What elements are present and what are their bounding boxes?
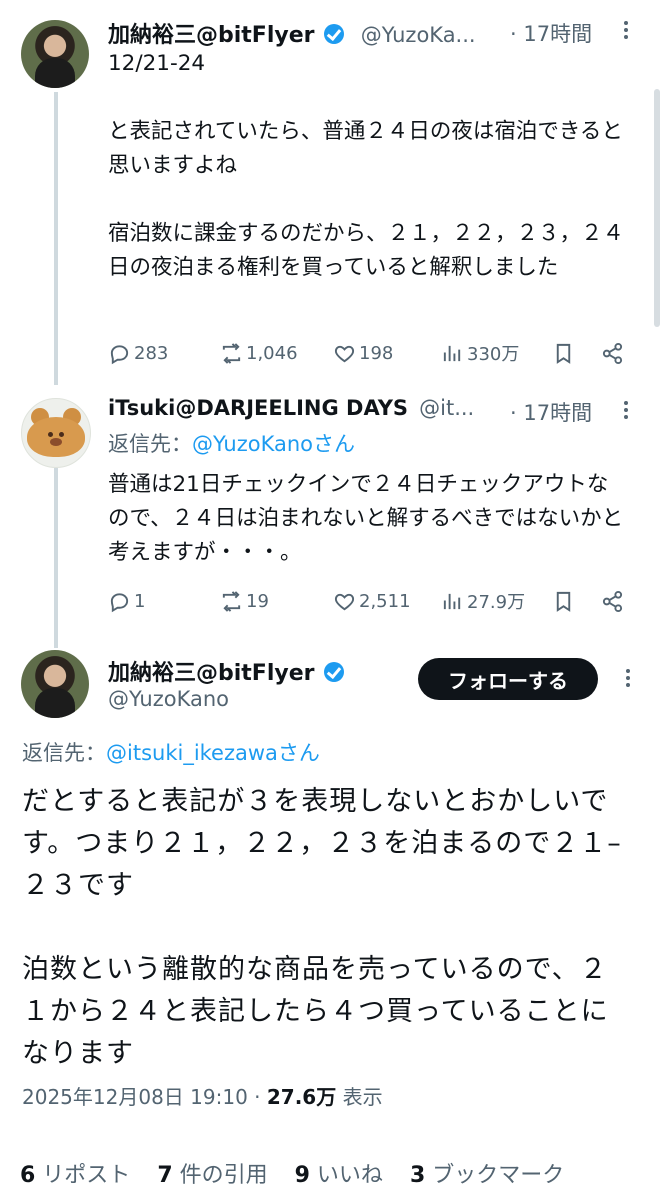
thread-line [54,92,58,385]
verified-badge-icon [323,662,344,682]
like-count: 2,511 [359,590,411,612]
tweet-header: iTsuki@DARJEELING DAYS @it... · 17時間 [108,396,608,426]
repost-count: 1,046 [246,342,298,364]
repost-stat-label: リポスト [35,1163,131,1188]
reply-icon [110,592,129,612]
share-icon [602,590,623,612]
share-button[interactable] [601,336,624,370]
like-icon [334,345,355,362]
views-label: 表示 [336,1085,383,1109]
bookmark-icon [556,343,571,364]
repost-button[interactable]: 1,046 [220,336,298,370]
share-button[interactable] [601,584,624,618]
repost-icon [222,590,241,612]
reply-button[interactable]: 283 [108,336,168,370]
repost-count: 19 [246,590,269,612]
quote-stat-count: 7 [157,1163,173,1188]
handle[interactable]: @it... [419,396,474,420]
reply-count: 283 [134,342,169,364]
views-count: 27.6万 [266,1085,337,1109]
display-name[interactable]: iTsuki@DARJEELING DAYS [108,396,408,420]
more-icon[interactable] [617,18,635,42]
views-count: 27.9万 [467,592,526,613]
author-name-row: 加納裕三@bitFlyer [108,655,408,686]
repost-stat-count: 6 [20,1163,36,1188]
bookmark-stat-count: 3 [409,1163,426,1188]
timestamp[interactable]: · 17時間 [510,18,592,48]
tweet-text: 普通は21日チェックインで２４日チェックアウトなので、２４日は泊まれないと解する… [108,472,624,565]
like-button[interactable]: 2,511 [333,584,411,618]
bookmark-stat[interactable]: 3 ブックマーク [410,1163,564,1188]
bookmark-icon [556,591,571,612]
more-icon[interactable] [619,666,637,690]
repost-stat[interactable]: 6 リポスト [20,1163,130,1188]
reply-prefix: 返信先： [108,432,192,456]
like-stat-label: いいね [309,1163,383,1188]
views-count: 330万 [467,344,520,365]
like-count: 198 [359,342,394,364]
tweet-text: 12/21-24 と表記されていたら、普通２４日の夜は宿泊できると思いますよね … [108,51,625,280]
scroll-indicator[interactable] [654,89,660,327]
engagement-stats: 6 リポスト 7 件の引用 9 いいね 3 ブックマーク [20,1157,564,1189]
thread-line [54,468,58,648]
reply-mention-link[interactable]: @YuzoKanoさん [192,432,355,456]
reply-mention-link[interactable]: @itsuki_ikezawaさん [106,741,320,765]
display-name[interactable]: 加納裕三@bitFlyer [108,661,315,686]
views-icon [443,593,461,609]
avatar[interactable] [21,650,89,718]
views-button[interactable]: 27.9万 [441,584,525,618]
like-stat[interactable]: 9 いいね [295,1163,383,1188]
reply-prefix: 返信先： [22,741,106,765]
tweet-actions: 283 1,046 198 330万 [108,336,628,370]
bookmark-stat-label: ブックマーク [425,1163,565,1188]
reply-icon [110,344,129,364]
reply-button[interactable]: 1 [108,584,145,618]
views-icon [443,345,461,361]
verified-badge-icon [323,24,344,44]
timestamp[interactable]: · 17時間 [510,397,592,427]
bookmark-button[interactable] [552,584,575,618]
quote-stat[interactable]: 7 件の引用 [157,1163,267,1188]
tweet-text: だとすると表記が３を表現しないとおかしいです。つまり２１，２２，２３を泊まるので… [22,786,622,1069]
tweet-actions: 1 19 2,511 27.9万 [108,584,628,618]
more-icon[interactable] [617,398,635,422]
bookmark-button[interactable] [552,336,575,370]
share-icon [602,342,623,364]
like-button[interactable]: 198 [333,336,393,370]
reply-count: 1 [134,590,146,612]
handle[interactable]: @YuzoKano [108,687,229,711]
avatar[interactable] [21,398,91,468]
tweet-timestamp[interactable]: 2025年12月08日 19:10 · [22,1085,267,1109]
quote-stat-label: 件の引用 [172,1163,268,1188]
repost-icon [222,342,241,364]
like-icon [334,593,355,610]
reply-context: 返信先：@itsuki_ikezawaさん [22,736,320,770]
reply-context: 返信先：@YuzoKanoさん [108,427,355,461]
tweet-header: 加納裕三@bitFlyer @YuzoKa... · 17時間 [108,17,608,48]
repost-button[interactable]: 19 [220,584,269,618]
like-stat-count: 9 [294,1163,310,1188]
follow-button[interactable]: フォローする [418,658,598,700]
handle[interactable]: @YuzoKa... [361,23,476,47]
tweet-meta: 2025年12月08日 19:10 · 27.6万 表示 [22,1081,383,1110]
views-button[interactable]: 330万 [441,336,519,370]
avatar[interactable] [21,20,89,88]
display-name[interactable]: 加納裕三@bitFlyer [108,23,315,48]
